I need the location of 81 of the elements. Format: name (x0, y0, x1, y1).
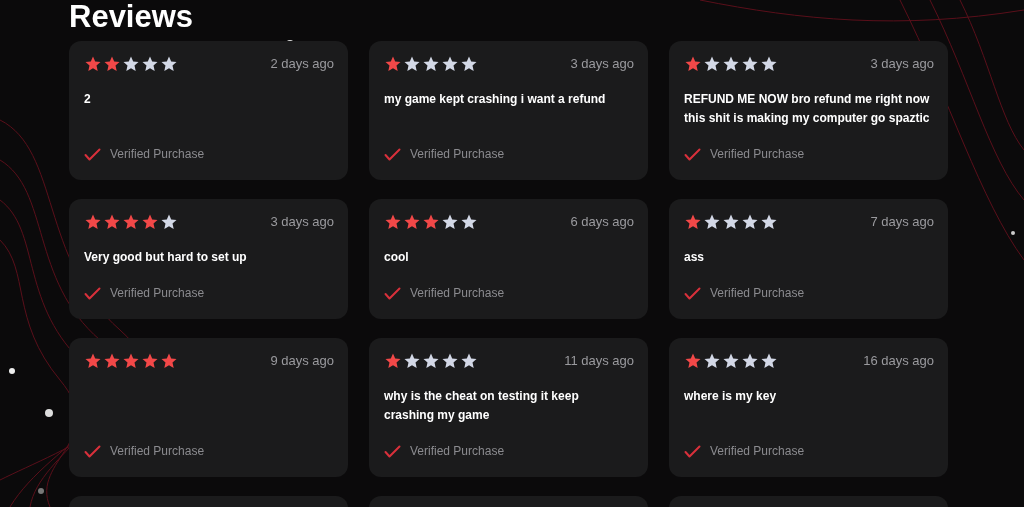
verified-label: Verified Purchase (410, 146, 505, 162)
review-text: 2 (84, 91, 92, 108)
star-icon (84, 213, 102, 231)
review-text: Very good but hard to set up (84, 249, 248, 266)
check-icon (684, 147, 701, 161)
star-icon (460, 55, 478, 73)
check-icon (84, 444, 101, 458)
star-icon (722, 213, 740, 231)
check-icon (384, 286, 401, 300)
star-icon (460, 352, 478, 370)
star-icon (160, 55, 178, 73)
star-icon (741, 213, 759, 231)
review-date: 2 days ago (270, 55, 334, 74)
star-icon (103, 213, 121, 231)
star-icon (441, 352, 459, 370)
star-icon (103, 352, 121, 370)
star-icon (122, 55, 140, 73)
check-icon (84, 286, 101, 300)
star-icon (84, 55, 102, 73)
star-icon (403, 55, 421, 73)
review-date: 3 days ago (270, 213, 334, 232)
star-icon (122, 213, 140, 231)
star-icon (384, 55, 402, 73)
star-icon (684, 55, 702, 73)
star-icon (141, 55, 159, 73)
star-icon (703, 352, 721, 370)
review-text: ass (684, 249, 706, 266)
check-icon (384, 147, 401, 161)
review-date: 9 days ago (270, 352, 334, 371)
verified-label: Verified Purchase (110, 146, 205, 162)
check-icon (684, 444, 701, 458)
star-icon (703, 213, 721, 231)
star-icon (160, 213, 178, 231)
review-text: my game kept crashing i want a refund (384, 91, 607, 108)
review-text: REFUND ME NOW bro refund me right now this shit is making my computer go spaztic (684, 91, 931, 127)
verified-label: Verified Purchase (710, 285, 805, 301)
star-icon (84, 352, 102, 370)
star-icon (141, 213, 159, 231)
star-icon (122, 352, 140, 370)
star-icon (684, 352, 702, 370)
star-icon (403, 352, 421, 370)
verified-label: Verified Purchase (110, 443, 205, 459)
star-icon (741, 352, 759, 370)
star-icon (422, 55, 440, 73)
star-icon (422, 352, 440, 370)
section-title: Reviews (69, 0, 194, 34)
review-date: 3 days ago (870, 55, 934, 74)
star-icon (703, 55, 721, 73)
review-text: why is the cheat on testing it keep crashing my game (384, 388, 580, 424)
review-text: cool (384, 249, 410, 266)
check-icon (384, 444, 401, 458)
verified-label: Verified Purchase (410, 443, 505, 459)
star-icon (684, 213, 702, 231)
star-icon (741, 55, 759, 73)
check-icon (84, 147, 101, 161)
star-icon (160, 352, 178, 370)
star-icon (760, 352, 778, 370)
star-icon (722, 352, 740, 370)
star-icon (141, 352, 159, 370)
review-date: 16 days ago (863, 352, 934, 371)
star-icon (403, 213, 421, 231)
review-date: 6 days ago (570, 213, 634, 232)
star-icon (760, 213, 778, 231)
star-icon (722, 55, 740, 73)
star-icon (441, 213, 459, 231)
review-text: where is my key (684, 388, 778, 405)
star-icon (760, 55, 778, 73)
verified-label: Verified Purchase (410, 285, 505, 301)
review-date: 7 days ago (870, 213, 934, 232)
star-icon (384, 352, 402, 370)
star-icon (460, 213, 478, 231)
star-icon (441, 55, 459, 73)
verified-label: Verified Purchase (710, 443, 805, 459)
star-icon (384, 213, 402, 231)
star-icon (103, 55, 121, 73)
verified-label: Verified Purchase (110, 285, 205, 301)
check-icon (684, 286, 701, 300)
star-icon (422, 213, 440, 231)
review-date: 3 days ago (570, 55, 634, 74)
review-date: 11 days ago (564, 352, 634, 371)
verified-label: Verified Purchase (710, 146, 805, 162)
